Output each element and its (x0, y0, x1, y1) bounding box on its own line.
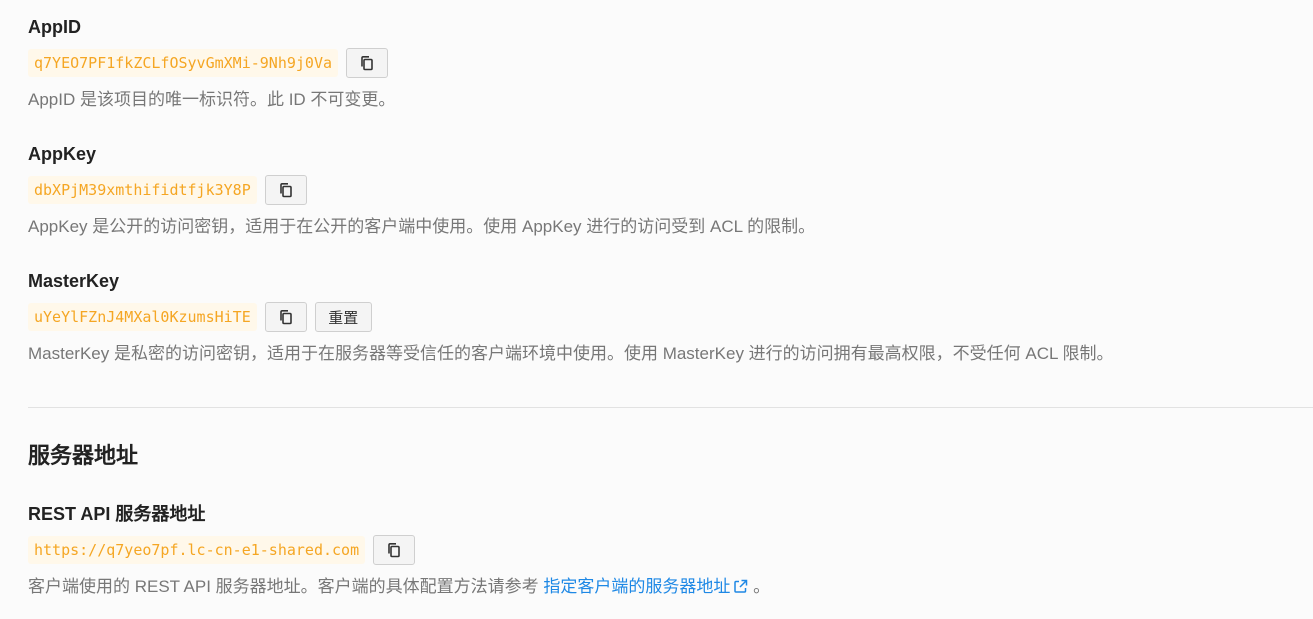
copy-icon (361, 55, 373, 70)
copy-masterkey-button[interactable] (264, 302, 307, 332)
rest-api-field: REST API 服务器地址 https://q7yeo7pf.lc-cn-e1… (28, 503, 770, 598)
masterkey-value: uYeYlFZnJ4MXal0KzumsHiTE (28, 303, 257, 331)
copy-icon (279, 309, 292, 324)
external-link-icon (734, 579, 748, 593)
appkey-label: AppKey (28, 144, 97, 164)
masterkey-description: MasterKey 是私密的访问密钥，适用于在服务器等受信任的客户端环境中使用。… (28, 344, 1114, 363)
appkey-description: AppKey 是公开的访问密钥，适用于在公开的客户端中使用。使用 AppKey … (28, 217, 816, 236)
section-divider (28, 407, 1313, 408)
server-address-doc-link-text: 指定客户端的服务器地址 (543, 577, 731, 596)
copy-rest-api-button[interactable] (373, 535, 416, 565)
rest-api-label: REST API 服务器地址 (28, 504, 206, 524)
appid-value: q7YEO7PF1fkZCLfOSyvGmXMi-9Nh9j0Va (28, 49, 339, 77)
masterkey-label: MasterKey (28, 271, 120, 291)
appkey-field: AppKey dbXPjM39xmthifidtfjk3Y8P AppKey 是… (28, 143, 815, 238)
rest-api-description: 客户端使用的 REST API 服务器地址。客户端的具体配置方法请参考 指定客户… (28, 576, 770, 598)
appid-field: AppID q7YEO7PF1fkZCLfOSyvGmXMi-9Nh9j0Va … (28, 16, 395, 111)
server-section-title: 服务器地址 (28, 443, 139, 468)
copy-appid-button[interactable] (346, 48, 389, 78)
reset-masterkey-button[interactable]: 重置 (314, 302, 372, 332)
rest-api-description-end: 。 (748, 577, 771, 596)
rest-api-url: https://q7yeo7pf.lc-cn-e1-shared.com (28, 536, 366, 564)
appid-description: AppID 是该项目的唯一标识符。此 ID 不可变更。 (28, 90, 396, 109)
appid-label: AppID (28, 17, 81, 37)
app-keys-page: AppID q7YEO7PF1fkZCLfOSyvGmXMi-9Nh9j0Va … (0, 0, 1313, 619)
rest-api-description-text: 客户端使用的 REST API 服务器地址。客户端的具体配置方法请参考 (28, 577, 544, 596)
server-address-doc-link[interactable]: 指定客户端的服务器地址 (543, 577, 748, 596)
copy-icon (279, 182, 292, 197)
appkey-value: dbXPjM39xmthifidtfjk3Y8P (28, 176, 257, 204)
masterkey-field: MasterKey uYeYlFZnJ4MXal0KzumsHiTE 重置 Ma… (28, 270, 1114, 365)
copy-icon (388, 542, 400, 557)
copy-appkey-button[interactable] (264, 175, 307, 205)
